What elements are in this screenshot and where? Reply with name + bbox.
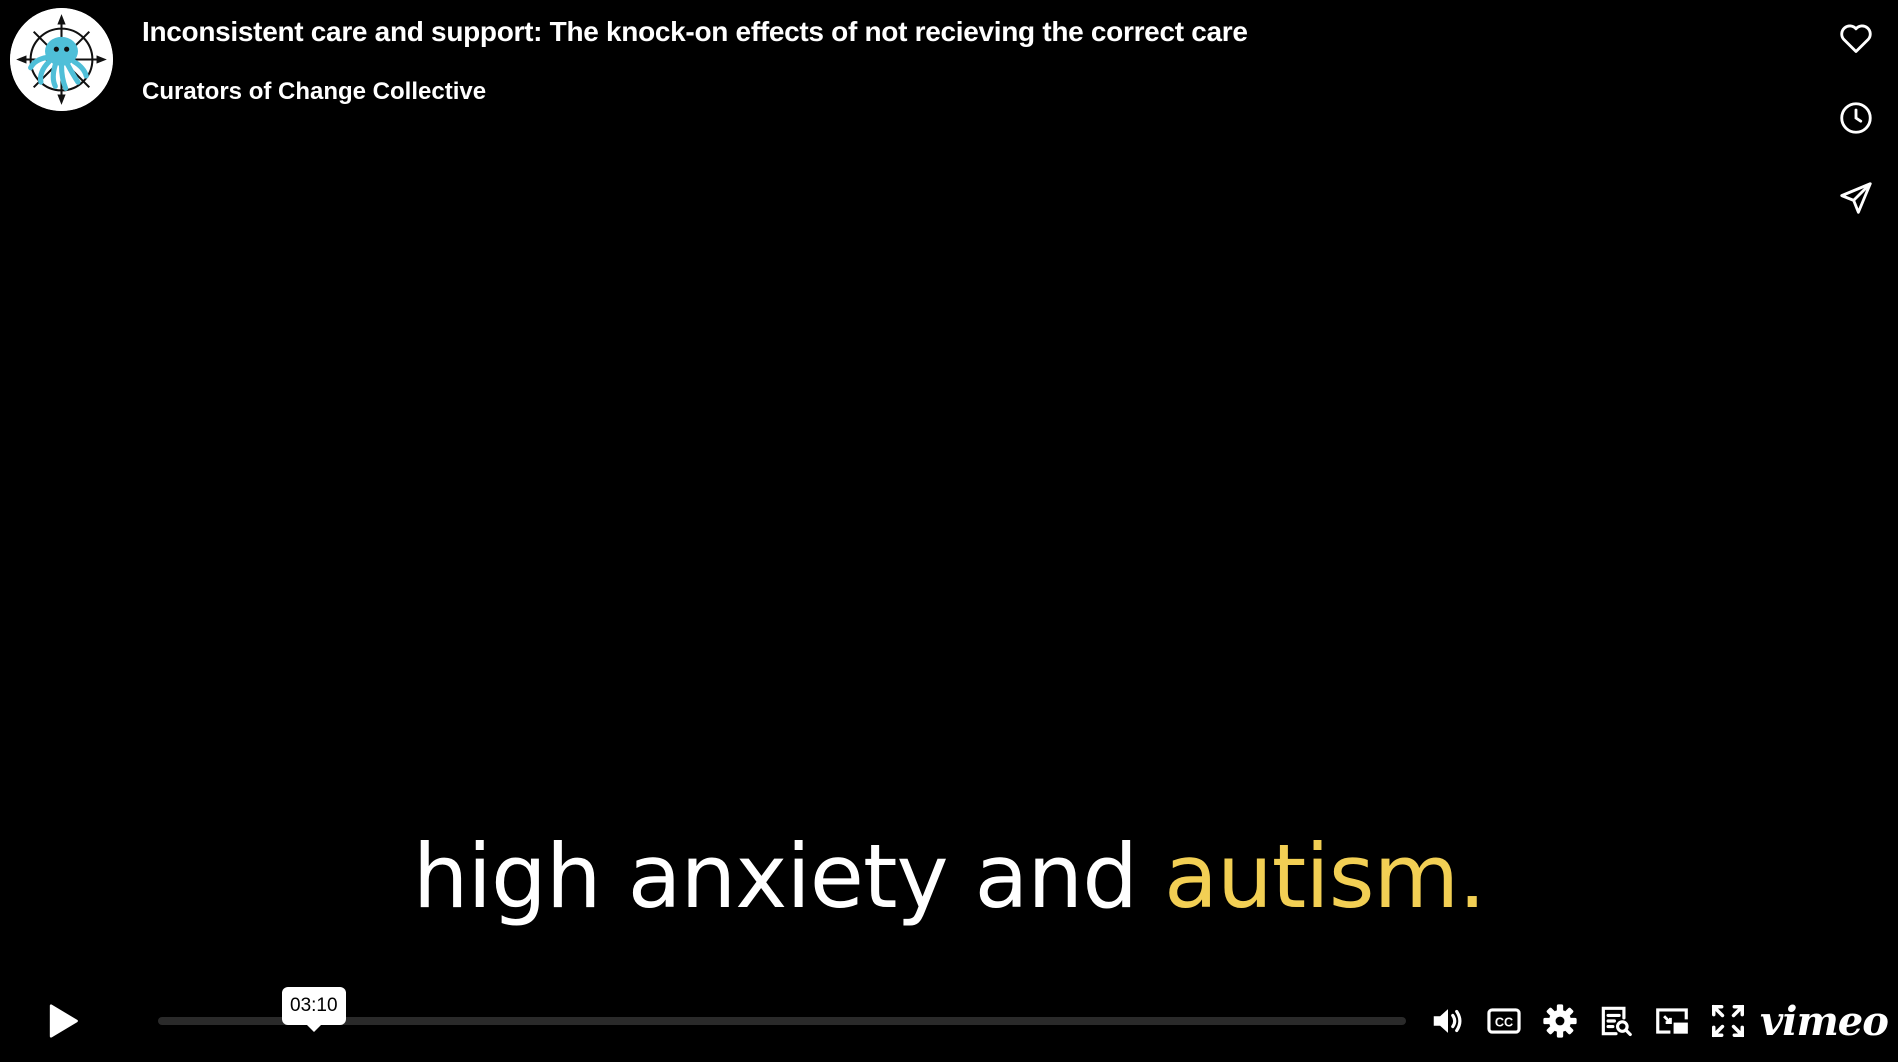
play-icon <box>49 1004 78 1038</box>
transcript-button[interactable] <box>1588 996 1644 1046</box>
control-icons: CC <box>1420 996 1756 1046</box>
play-button[interactable] <box>40 998 86 1044</box>
share-button[interactable] <box>1832 174 1880 222</box>
caption-text: high anxiety and <box>412 825 1138 928</box>
settings-gear-icon <box>1543 1004 1577 1038</box>
video-title[interactable]: Inconsistent care and support: The knock… <box>142 16 1248 48</box>
caption-line: high anxiety and autism. <box>0 822 1898 932</box>
octopus-logo-icon <box>10 8 113 111</box>
volume-icon <box>1433 1009 1462 1033</box>
caption-highlight: autism. <box>1164 825 1486 928</box>
clock-icon <box>1840 102 1872 134</box>
captions-button[interactable]: CC <box>1476 996 1532 1046</box>
send-icon <box>1840 182 1872 214</box>
picture-in-picture-button[interactable] <box>1644 996 1700 1046</box>
author-name[interactable]: Curators of Change Collective <box>142 78 486 106</box>
volume-button[interactable] <box>1420 996 1476 1046</box>
picture-in-picture-icon <box>1656 1008 1688 1034</box>
hover-time-tooltip: 03:10 <box>282 987 346 1032</box>
fullscreen-icon <box>1712 1005 1744 1037</box>
side-actions <box>1832 14 1880 254</box>
channel-avatar[interactable] <box>10 8 113 111</box>
heart-icon <box>1840 24 1872 53</box>
vimeo-logo-link[interactable]: vimeo <box>1760 996 1889 1046</box>
progress-bar[interactable]: 03:10 <box>158 987 1406 1032</box>
player-controls: 03:10 CC vimeo <box>0 987 1898 1052</box>
fullscreen-button[interactable] <box>1700 996 1756 1046</box>
like-button[interactable] <box>1832 14 1880 62</box>
closed-captions-icon: CC <box>1487 1008 1521 1034</box>
settings-button[interactable] <box>1532 996 1588 1046</box>
watch-later-button[interactable] <box>1832 94 1880 142</box>
transcript-icon <box>1601 1006 1632 1037</box>
svg-text:CC: CC <box>1495 1016 1513 1030</box>
